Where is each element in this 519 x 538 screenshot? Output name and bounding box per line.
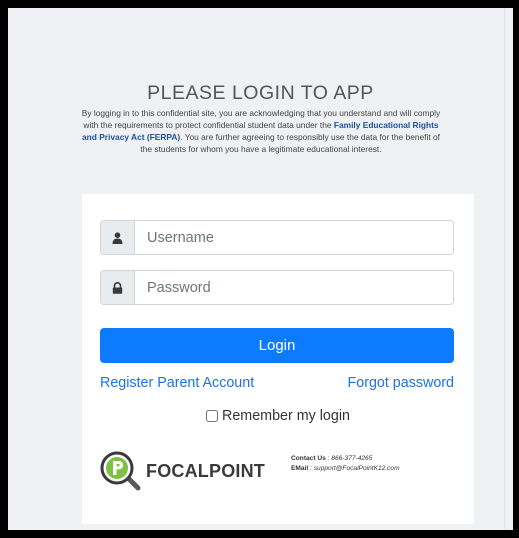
contact-label: Contact Us	[291, 455, 326, 462]
lock-icon	[101, 271, 135, 304]
login-button[interactable]: Login	[100, 328, 454, 363]
email-label: EMail	[291, 465, 309, 472]
logo-text: FOCALPOINT	[146, 460, 265, 481]
remember-label: Remember my login	[222, 408, 350, 424]
password-group	[100, 270, 454, 305]
disclaimer-text-2: . You are further agreeing to responsibl…	[140, 132, 440, 154]
login-page: PLEASE LOGIN TO APP By logging in to thi…	[8, 8, 513, 530]
page-title: PLEASE LOGIN TO APP	[147, 82, 374, 104]
remember-login[interactable]: Remember my login	[82, 408, 474, 424]
contact-phone: : 866-377-4265	[325, 455, 373, 462]
focalpoint-logo: FOCALPOINT	[100, 451, 265, 491]
forgot-password-link[interactable]: Forgot password	[348, 375, 454, 391]
remember-checkbox[interactable]	[206, 410, 219, 422]
username-group	[100, 220, 454, 255]
username-input[interactable]	[135, 221, 453, 254]
register-parent-link[interactable]: Register Parent Account	[100, 375, 254, 391]
user-icon	[101, 221, 135, 254]
focalpoint-logo-icon	[100, 451, 141, 491]
contact-email-line: EMail : support@FocalPointK12.com	[291, 464, 400, 474]
login-card: Login Register Parent Account Forgot pas…	[82, 194, 474, 524]
password-input[interactable]	[135, 271, 453, 304]
ferpa-disclaimer: By logging in to this confidential site,…	[81, 107, 441, 155]
contact-info: Contact Us : 866-377-4265 EMail : suppor…	[291, 454, 400, 474]
contact-phone-line: Contact Us : 866-377-4265	[291, 454, 400, 464]
contact-email: : support@FocalPointK12.com	[308, 465, 400, 472]
